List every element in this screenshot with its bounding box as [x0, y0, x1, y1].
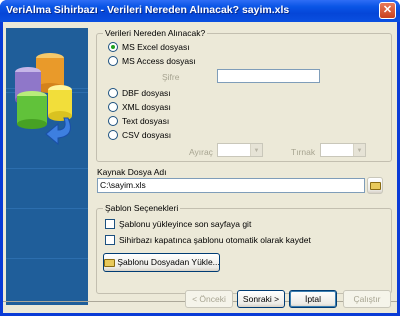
source-file-value: C:\sayim.xls: [100, 180, 146, 190]
back-button[interactable]: < Önceki: [185, 290, 233, 308]
load-template-label: Şablonu Dosyadan Yükle...: [117, 257, 220, 267]
radio-text[interactable]: [108, 116, 118, 126]
source-group-title: Verileri Nereden Alınacak?: [103, 28, 208, 38]
option-csv-label: CSV dosyası: [122, 130, 172, 140]
radio-dbf[interactable]: [108, 88, 118, 98]
option-text-label: Text dosyası: [122, 116, 170, 126]
next-button[interactable]: Sonraki >: [237, 290, 285, 308]
checkbox-autosave-template-box[interactable]: [105, 235, 115, 245]
option-dbf[interactable]: DBF dosyası: [108, 88, 228, 100]
radio-xml[interactable]: [108, 102, 118, 112]
checkbox-go-last-page-label: Şablonu yükleyince son sayfaya git: [119, 219, 252, 229]
wizard-side-panel: [6, 28, 88, 305]
password-label: Şifre: [162, 72, 180, 82]
checkbox-autosave-template-label: Sihirbazı kapatınca şablonu otomatik ola…: [119, 235, 311, 245]
radio-ms-access[interactable]: [108, 56, 118, 66]
option-ms-access-label: MS Access dosyası: [122, 56, 196, 66]
wizard-window: VeriAlma Sihirbazı - Verileri Nereden Al…: [0, 0, 400, 316]
option-ms-excel[interactable]: MS Excel dosyası: [108, 42, 228, 54]
separator-label: Ayıraç: [189, 147, 213, 157]
load-template-button[interactable]: Şablonu Dosyadan Yükle...: [103, 253, 220, 272]
checkbox-autosave-template[interactable]: Sihirbazı kapatınca şablonu otomatik ola…: [105, 235, 355, 247]
option-xml-label: XML dosyası: [122, 102, 171, 112]
chevron-down-icon[interactable]: ▼: [353, 144, 365, 156]
quote-select[interactable]: ▼: [320, 143, 366, 157]
password-field[interactable]: [217, 69, 320, 83]
option-csv[interactable]: CSV dosyası: [108, 130, 228, 142]
folder-icon: [104, 258, 115, 267]
option-ms-access[interactable]: MS Access dosyası: [108, 56, 228, 68]
database-arrow-icon: [15, 53, 72, 146]
close-icon: ✕: [382, 4, 393, 16]
title-bar[interactable]: VeriAlma Sihirbazı - Verileri Nereden Al…: [0, 0, 400, 22]
option-xml[interactable]: XML dosyası: [108, 102, 228, 114]
wizard-body: Verileri Nereden Alınacak? MS Excel dosy…: [3, 22, 397, 313]
template-group-title: Şablon Seçenekleri: [103, 203, 181, 213]
radio-ms-excel[interactable]: [108, 42, 118, 52]
cancel-button[interactable]: İptal: [289, 290, 337, 308]
source-file-label: Kaynak Dosya Adı: [97, 167, 167, 177]
checkbox-go-last-page-box[interactable]: [105, 219, 115, 229]
folder-icon: [369, 181, 381, 190]
radio-csv[interactable]: [108, 130, 118, 140]
separator-select[interactable]: ▼: [217, 143, 263, 157]
quote-label: Tırnak: [291, 147, 316, 157]
browse-file-button[interactable]: [367, 177, 383, 194]
window-title: VeriAlma Sihirbazı - Verileri Nereden Al…: [6, 4, 290, 16]
source-file-field[interactable]: C:\sayim.xls: [97, 178, 365, 193]
checkbox-go-last-page[interactable]: Şablonu yükleyince son sayfaya git: [105, 219, 305, 231]
chevron-down-icon[interactable]: ▼: [250, 144, 262, 156]
option-ms-excel-label: MS Excel dosyası: [122, 42, 190, 52]
option-text[interactable]: Text dosyası: [108, 116, 228, 128]
run-button[interactable]: Çalıştır: [343, 290, 391, 308]
option-dbf-label: DBF dosyası: [122, 88, 171, 98]
close-button[interactable]: ✕: [379, 2, 396, 19]
